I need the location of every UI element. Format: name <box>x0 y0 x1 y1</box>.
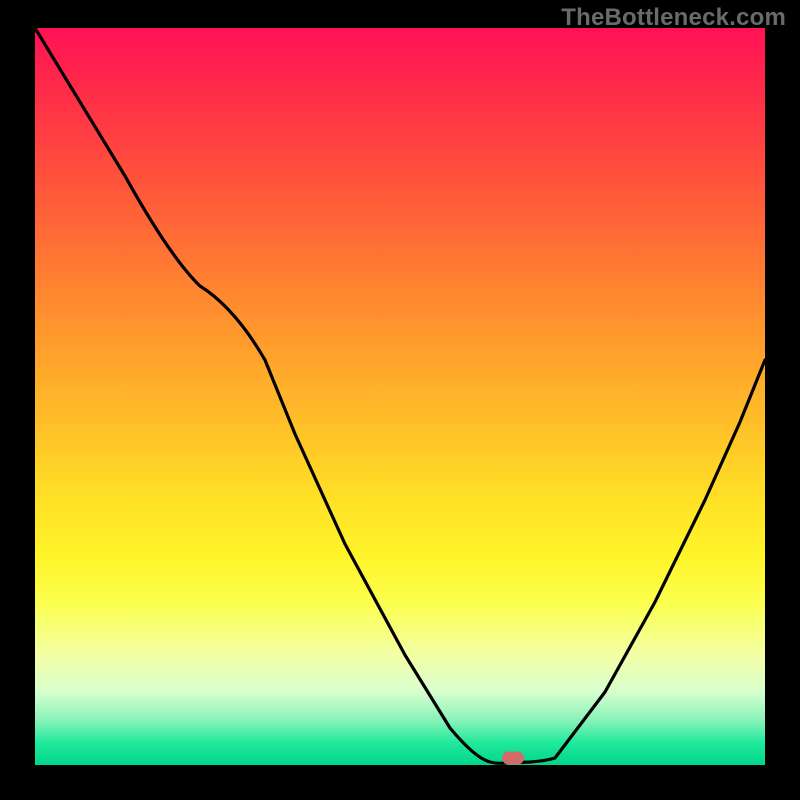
optimal-marker <box>502 752 524 765</box>
curve-path <box>35 28 765 763</box>
chart-frame: TheBottleneck.com <box>0 0 800 800</box>
bottleneck-curve <box>35 28 765 765</box>
plot-area <box>35 28 765 765</box>
